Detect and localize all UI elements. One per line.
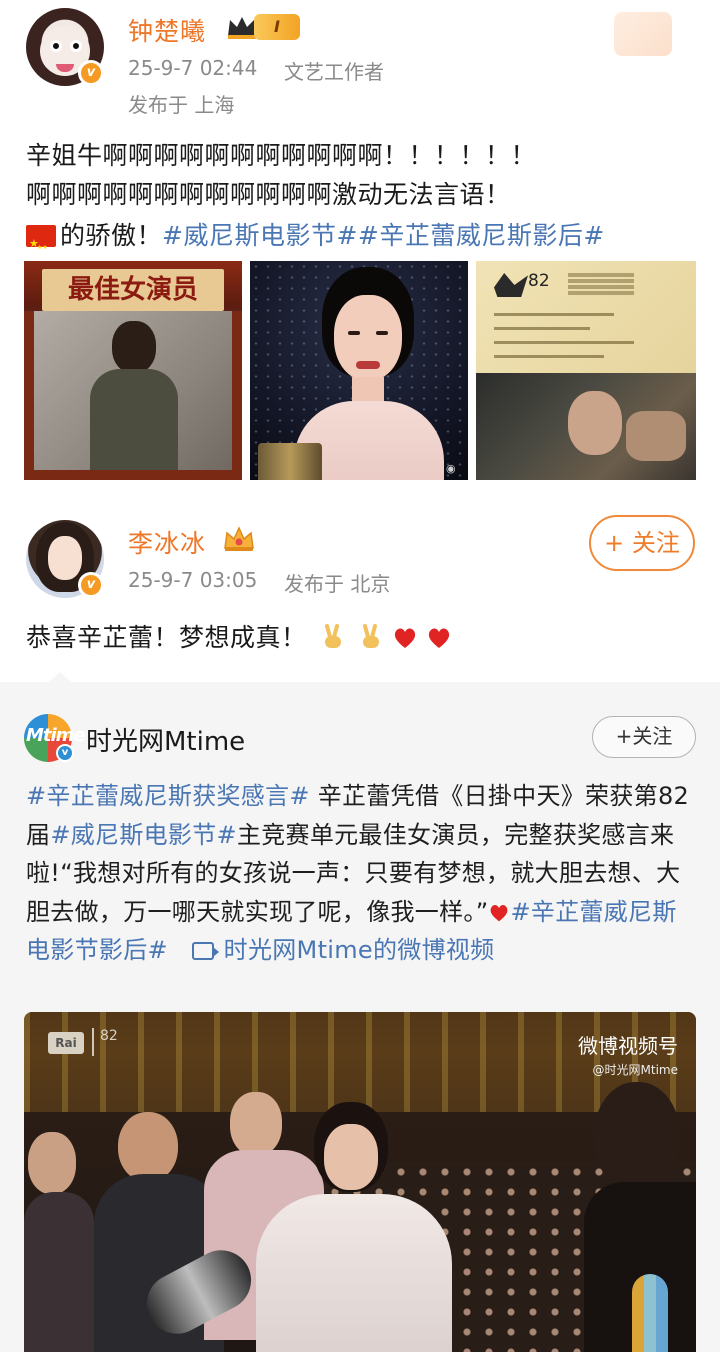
image-text-line	[494, 327, 590, 330]
hashtag-link[interactable]: #辛芷蕾威尼斯获奖感言#	[26, 782, 310, 810]
video-person-head	[118, 1112, 178, 1182]
heart-icon	[429, 628, 450, 648]
verified-icon: v	[78, 60, 104, 86]
hashtag-link[interactable]: #威尼斯电影节##辛芷蕾威尼斯影后#	[162, 221, 605, 250]
repost-text: #辛芷蕾威尼斯获奖感言# 辛芷蕾凭借《日掛中天》荣获第82届#威尼斯电影节#主竞…	[26, 777, 698, 970]
video-person-head	[594, 1082, 680, 1192]
post-text-line: 的骄傲！#威尼斯电影节##辛芷蕾威尼斯影后#	[26, 216, 605, 268]
heart-icon	[394, 628, 415, 648]
author-name[interactable]: 钟楚曦	[128, 12, 206, 48]
avatar-face	[48, 536, 82, 580]
post-text-line: 啊啊啊啊啊啊啊啊啊啊啊啊激动无法言语！	[26, 180, 511, 209]
verified-icon: v	[56, 744, 74, 762]
image-grid: 最佳女演员 ◉ 82	[24, 261, 696, 480]
image-person-lips	[356, 361, 380, 369]
video-person-dress	[256, 1194, 452, 1352]
author-name[interactable]: 时光网Mtime	[86, 721, 245, 758]
weibo-watermark-icon: ◉	[446, 462, 456, 475]
video-person-body	[24, 1192, 94, 1352]
image-trophy	[258, 443, 322, 480]
post-image-2[interactable]: ◉	[250, 261, 468, 480]
victory-hand-icon	[363, 624, 380, 648]
follow-button[interactable]: +关注	[592, 716, 696, 758]
heart-icon	[491, 904, 508, 921]
venice-logo-number: 82	[100, 1028, 118, 1044]
weibo-video-watermark: 微博视频号 @时光网Mtime	[578, 1030, 678, 1078]
post-text-fragment: 恭喜辛芷蕾！梦想成真！	[26, 623, 307, 652]
post-text-line: 辛姐牛啊啊啊啊啊啊啊啊啊啊啊！！！！！！	[26, 141, 537, 170]
image-text-line	[494, 355, 604, 358]
video-link-label: 时光网Mtime的微博视频	[223, 936, 495, 964]
image-person-eye	[376, 331, 388, 335]
post-text: 恭喜辛芷蕾！梦想成真！	[26, 618, 452, 654]
image-text-block	[568, 273, 634, 277]
member-level-badge[interactable]: I	[226, 12, 302, 42]
avatar-eye	[50, 40, 62, 52]
image-person-hand	[626, 411, 686, 461]
video-player[interactable]: Rai 82 微博视频号 @时光网Mtime	[24, 1012, 696, 1352]
image-caption: 最佳女演员	[42, 269, 224, 311]
post-zhongchuxi: v 钟楚曦 I 25-9-7 02:44 文艺工作者 发布于 上海 辛姐牛啊啊啊…	[0, 0, 720, 495]
video-person-head	[28, 1132, 76, 1194]
level-number: I	[254, 14, 300, 40]
image-person-eye	[348, 331, 360, 335]
more-menu-icon[interactable]	[614, 12, 672, 56]
image-frame	[24, 311, 242, 480]
image-text-line	[494, 313, 614, 316]
author-name[interactable]: 李冰冰	[128, 524, 206, 560]
post-image-3[interactable]: 82	[476, 261, 696, 480]
rai-logo: Rai	[48, 1032, 84, 1054]
video-person	[24, 1132, 94, 1352]
video-camera-icon	[191, 942, 219, 960]
video-person	[256, 1102, 456, 1352]
post-location: 发布于 北京	[284, 572, 391, 596]
watermark-title: 微博视频号	[578, 1034, 678, 1058]
image-text-line	[494, 341, 634, 344]
china-flag-icon	[26, 224, 56, 268]
post-text-fragment: 的骄傲！	[60, 221, 163, 250]
floating-app-icon[interactable]	[632, 1274, 668, 1352]
victory-hand-icon	[324, 624, 341, 648]
video-person-face	[324, 1124, 378, 1190]
venice-lion-icon	[494, 273, 528, 297]
post-time: 25-9-7 02:44	[128, 56, 258, 80]
follow-button[interactable]: + 关注	[589, 515, 695, 571]
image-document: 82	[476, 261, 696, 373]
crown-icon	[224, 526, 254, 551]
venice-logo: 82	[92, 1028, 156, 1056]
video-link[interactable]: 时光网Mtime的微博视频	[191, 936, 495, 964]
post-image-1[interactable]: 最佳女演员	[24, 261, 242, 480]
verified-icon: v	[78, 572, 104, 598]
watermark-handle: @时光网Mtime	[592, 1063, 678, 1077]
author-category: 文艺工作者	[284, 60, 384, 84]
image-person-face	[568, 391, 622, 455]
mtime-logo-text: Mtime	[26, 725, 86, 746]
avatar-eye	[70, 40, 82, 52]
post-time: 25-9-7 03:05	[128, 568, 258, 592]
post-location: 发布于 上海	[128, 93, 235, 117]
hashtag-link[interactable]: #威尼斯电影节#	[50, 821, 237, 849]
image-festival-number: 82	[528, 271, 550, 291]
